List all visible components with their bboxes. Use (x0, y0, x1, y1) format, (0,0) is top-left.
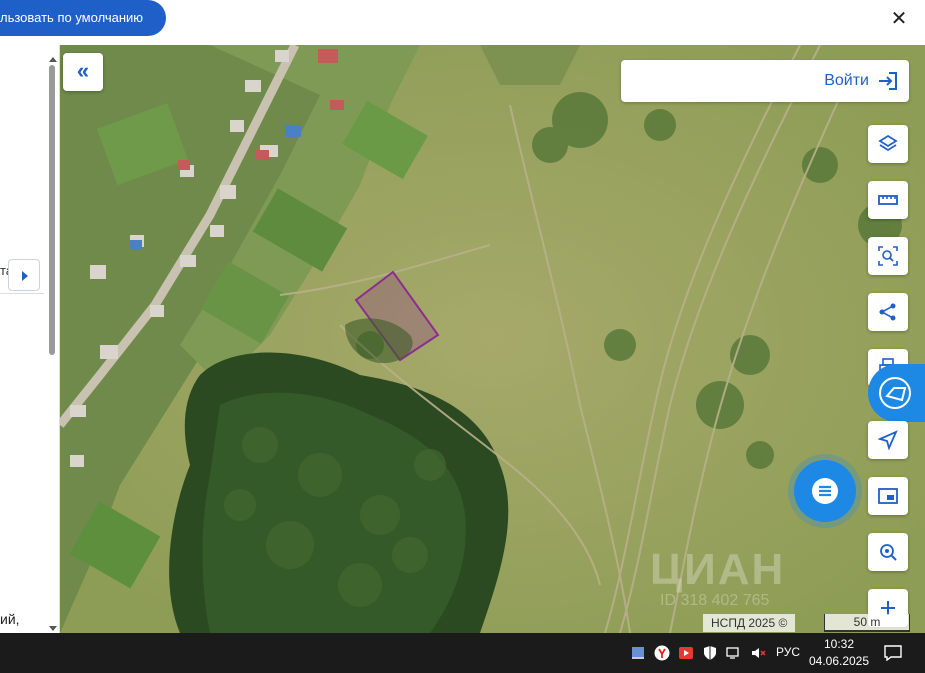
divider (0, 293, 44, 294)
assistant-icon (879, 377, 911, 409)
map-attribution: НСПД 2025 © (703, 614, 796, 632)
login-label[interactable]: Войти (824, 72, 869, 90)
search-area-icon (878, 246, 898, 266)
monitor-app-icon[interactable] (630, 645, 646, 661)
geo-search-icon (880, 544, 897, 561)
area-search-button[interactable] (868, 237, 908, 275)
collapse-panel-button[interactable]: « (63, 53, 103, 91)
geo-search-button[interactable] (868, 533, 908, 571)
locate-icon (878, 430, 898, 450)
login-icon[interactable] (877, 70, 899, 92)
satellite-map[interactable]: ЦИАН ID 318 402 765 (60, 45, 925, 633)
use-default-button[interactable]: льзовать по умолчанию (0, 0, 166, 36)
expand-panel-button[interactable] (8, 259, 40, 291)
map-imagery (60, 45, 925, 633)
watermark-id: ID 318 402 765 (660, 592, 770, 609)
clock-date[interactable]: 04.06.2025 (806, 654, 872, 668)
clock-time[interactable]: 10:32 (812, 637, 866, 651)
minimap-icon (878, 488, 898, 504)
scroll-up-arrow-icon[interactable] (49, 57, 57, 62)
assistant-button[interactable] (868, 364, 925, 422)
chat-icon (812, 478, 838, 504)
scroll-thumb[interactable] (49, 65, 55, 355)
layers-button[interactable] (868, 125, 908, 163)
left-panel: та т ий, (0, 45, 60, 633)
shield-icon[interactable] (702, 645, 718, 661)
scale-bar: 50 m (824, 614, 910, 632)
layers-icon (878, 134, 898, 152)
app-window: льзовать по умолчанию ✕ та т ий, (0, 0, 925, 673)
yandex-icon[interactable] (654, 645, 670, 661)
taskbar: РУС 10:32 04.06.2025 (0, 633, 925, 673)
scrollbar[interactable] (46, 55, 58, 633)
share-icon (879, 303, 896, 321)
minimap-button[interactable] (868, 477, 908, 515)
watermark: ЦИАН (650, 545, 786, 594)
share-button[interactable] (868, 293, 908, 331)
top-bar: льзовать по умолчанию ✕ (0, 0, 925, 45)
login-bar[interactable]: Войти (621, 60, 909, 102)
media-app-icon[interactable] (678, 645, 694, 661)
ruler-icon (878, 195, 898, 205)
chat-button[interactable] (794, 460, 856, 522)
scroll-down-arrow-icon[interactable] (49, 626, 57, 631)
ruler-button[interactable] (868, 181, 908, 219)
volume-muted-icon[interactable] (750, 645, 766, 661)
language-indicator[interactable]: РУС (776, 645, 800, 659)
network-icon[interactable] (726, 645, 742, 661)
locate-button[interactable] (868, 421, 908, 459)
left-panel-text-fragment-bottom: ий, (0, 611, 20, 627)
close-icon[interactable]: ✕ (886, 6, 912, 32)
notifications-icon[interactable] (884, 645, 902, 661)
